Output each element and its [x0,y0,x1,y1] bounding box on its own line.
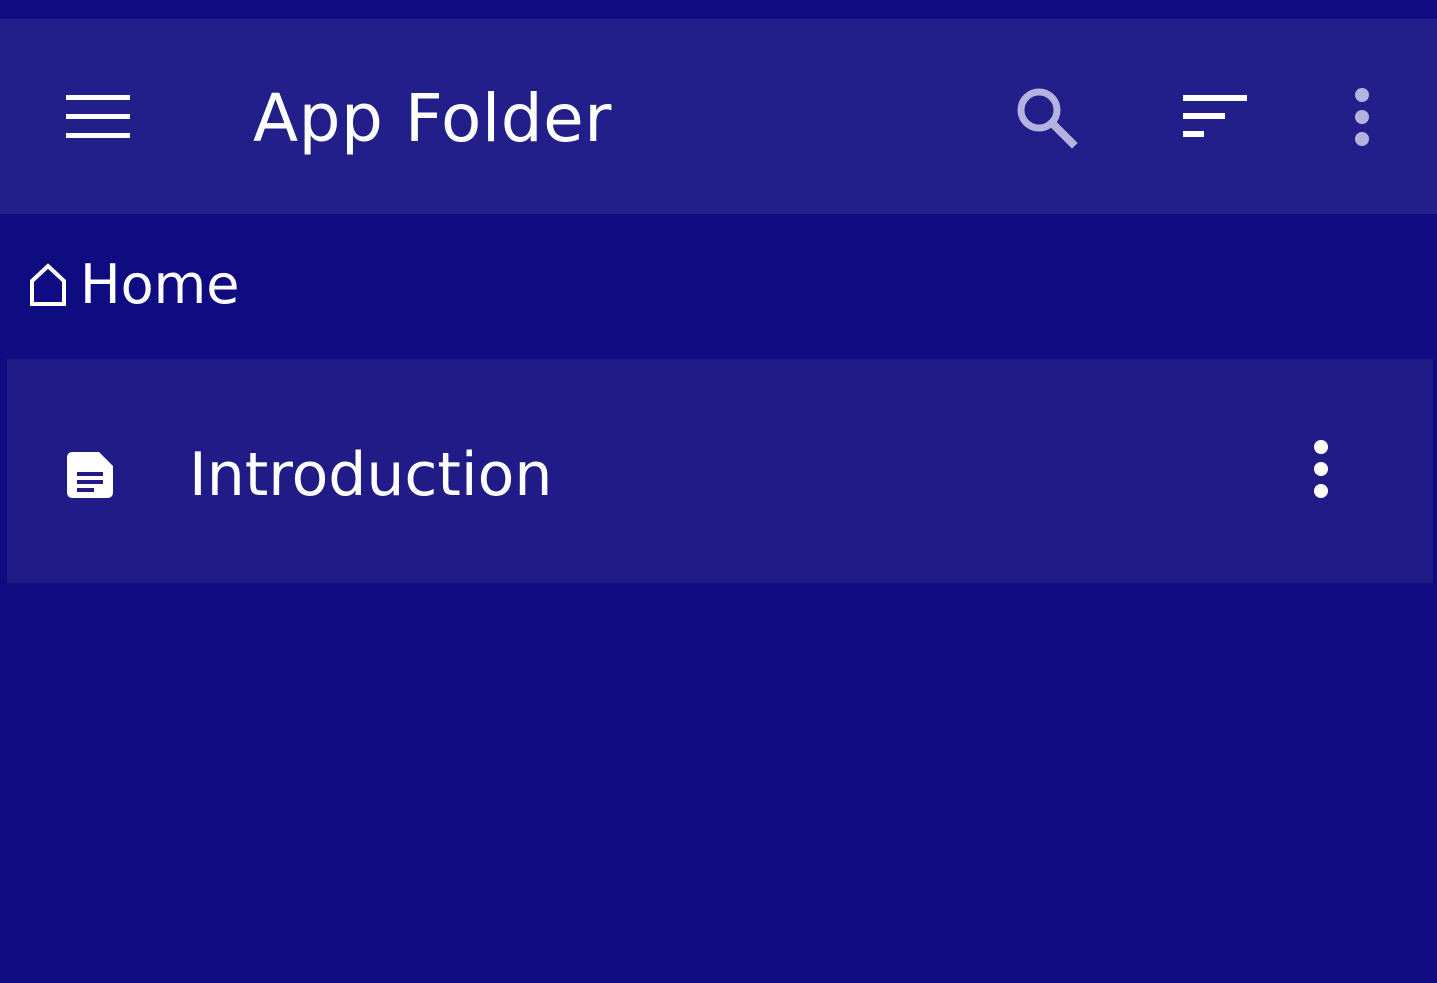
search-icon [1014,85,1078,153]
home-icon [26,260,70,310]
menu-icon [66,95,130,143]
sort-button[interactable] [1167,71,1263,167]
breadcrumb-home-label: Home [80,253,240,316]
app-bar: App Folder [0,19,1437,214]
document-icon [59,443,123,507]
status-bar [0,0,1437,19]
more-vert-icon [1311,439,1331,503]
file-name: Introduction [189,440,553,510]
more-vert-icon [1352,87,1372,151]
list-item[interactable]: Introduction [7,359,1433,583]
app-title: App Folder [253,80,612,157]
menu-button[interactable] [48,71,148,167]
search-button[interactable] [998,71,1094,167]
more-options-button[interactable] [1314,71,1410,167]
item-more-options-button[interactable] [1273,423,1369,519]
breadcrumb[interactable]: Home [26,250,239,320]
sort-icon [1183,95,1247,143]
